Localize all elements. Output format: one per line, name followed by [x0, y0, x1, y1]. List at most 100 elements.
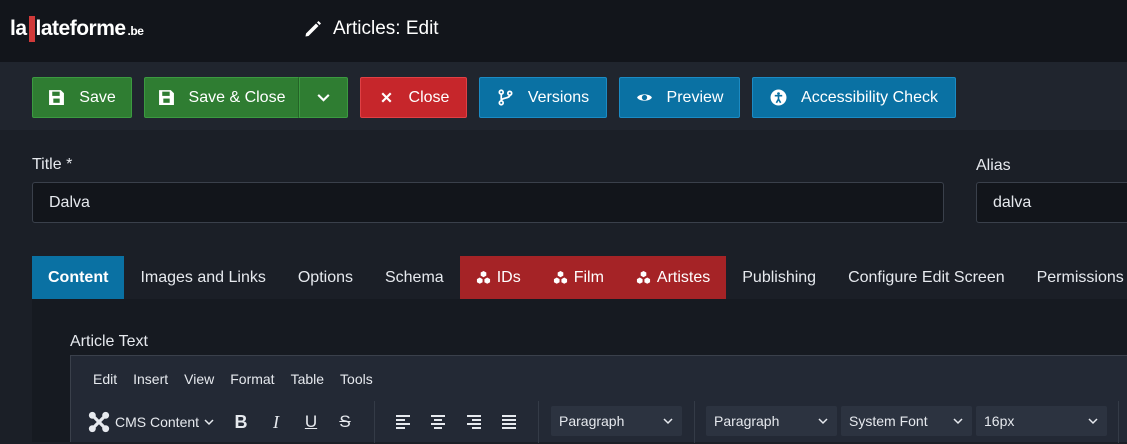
font-family-select[interactable]: System Font	[841, 406, 972, 436]
tab-label: Publishing	[742, 268, 817, 286]
save-close-button[interactable]: Save & Close	[144, 77, 299, 118]
cms-content-dropdown[interactable]: CMS Content	[87, 408, 215, 436]
toolbar-separator	[694, 401, 695, 443]
align-right-icon	[467, 415, 481, 429]
italic-icon: I	[273, 411, 279, 432]
app-header: la lateforme .be Articles: Edit	[0, 0, 1127, 62]
font-size-value: 16px	[984, 413, 1015, 429]
pencil-icon	[305, 21, 321, 37]
alias-label: Alias	[976, 157, 1011, 174]
tab-artistes[interactable]: Artistes	[619, 256, 727, 299]
chevron-down-icon	[663, 418, 673, 425]
joomla-icon	[88, 411, 110, 433]
font-family-value: System Font	[849, 413, 928, 429]
tab-label: Schema	[384, 268, 444, 286]
align-left-icon	[396, 415, 410, 429]
eye-icon	[636, 94, 652, 101]
menu-table[interactable]: Table	[291, 371, 324, 387]
tab-label: Configure Edit Screen	[848, 268, 1005, 286]
logo-text-part1: la	[10, 17, 27, 40]
logo-text-part2: lateforme	[35, 17, 127, 40]
tab-label: IDs	[496, 268, 521, 286]
tab-label: Images and Links	[140, 268, 266, 286]
logo-bar	[28, 16, 35, 42]
underline-button[interactable]: U	[301, 408, 321, 436]
cubes-icon	[553, 270, 567, 284]
tab-images-and-links[interactable]: Images and Links	[124, 256, 281, 299]
font-size-select[interactable]: 16px	[976, 406, 1107, 436]
editor-toolbar: CMS Content B I U S Paragraph Paragraph	[71, 401, 1127, 444]
versions-button-label: Versions	[527, 88, 590, 106]
chevron-down-icon	[317, 94, 330, 102]
align-center-icon	[431, 415, 445, 429]
cms-content-label: CMS Content	[115, 414, 200, 430]
tab-configure-edit-screen[interactable]: Configure Edit Screen	[832, 256, 1021, 299]
save-options-dropdown-button[interactable]	[299, 77, 348, 118]
tab-publishing[interactable]: Publishing	[726, 256, 832, 299]
bold-icon: B	[234, 411, 248, 432]
title-label: Title *	[32, 156, 73, 173]
editor-menubar: Edit Insert View Format Table Tools	[93, 371, 373, 387]
save-close-split-button: Save & Close	[144, 77, 348, 118]
menu-format[interactable]: Format	[230, 371, 274, 387]
paragraph-format-value: Paragraph	[714, 413, 780, 429]
chevron-down-icon	[953, 418, 963, 425]
align-right-button[interactable]	[464, 408, 484, 436]
preview-button[interactable]: Preview	[619, 77, 740, 118]
menu-insert[interactable]: Insert	[133, 371, 168, 387]
accessibility-icon	[770, 89, 787, 106]
align-center-button[interactable]	[428, 408, 448, 436]
preview-button-label: Preview	[666, 88, 724, 106]
chevron-down-icon	[1088, 418, 1098, 425]
tab-label: Film	[573, 268, 604, 286]
floppy-disk-icon	[158, 90, 174, 105]
menu-edit[interactable]: Edit	[93, 371, 117, 387]
accessibility-check-button-label: Accessibility Check	[801, 88, 938, 106]
menu-view[interactable]: View	[184, 371, 214, 387]
toolbar-separator	[374, 401, 375, 443]
tab-label: Content	[48, 268, 109, 286]
chevron-down-icon	[818, 418, 828, 425]
site-logo[interactable]: la lateforme .be	[10, 14, 144, 44]
block-format-select[interactable]: Paragraph	[551, 406, 682, 436]
tab-film[interactable]: Film	[536, 256, 620, 299]
strikethrough-icon: S	[339, 412, 351, 431]
floppy-disk-icon	[49, 90, 65, 105]
tab-label: Permissions	[1036, 268, 1124, 286]
bold-button[interactable]: B	[231, 408, 251, 436]
close-button[interactable]: Close	[360, 77, 467, 118]
tab-permissions[interactable]: Permissions	[1021, 256, 1127, 299]
rich-text-editor: Edit Insert View Format Table Tools CMS …	[70, 355, 1127, 444]
cubes-icon	[636, 270, 650, 284]
tab-options[interactable]: Options	[282, 256, 369, 299]
save-button[interactable]: Save	[32, 77, 132, 118]
edit-tabs: Content Images and Links Options Schema …	[32, 256, 1127, 299]
toolbar-separator	[538, 401, 539, 443]
cubes-icon	[476, 270, 490, 284]
tab-content[interactable]: Content	[32, 256, 125, 299]
align-justify-button[interactable]	[499, 408, 519, 436]
page-title-container: Articles: Edit	[303, 18, 439, 40]
code-branch-icon	[498, 89, 513, 106]
save-close-button-label: Save & Close	[188, 88, 286, 106]
toolbar-separator	[1118, 401, 1119, 443]
menu-tools[interactable]: Tools	[340, 371, 373, 387]
align-justify-icon	[502, 415, 516, 429]
chevron-down-icon	[204, 419, 214, 426]
tab-schema[interactable]: Schema	[369, 256, 460, 299]
page-title: Articles: Edit	[333, 18, 439, 39]
alias-input[interactable]: dalva	[976, 182, 1127, 223]
strikethrough-button[interactable]: S	[335, 408, 355, 436]
block-format-value: Paragraph	[559, 413, 625, 429]
title-input[interactable]: Dalva	[32, 182, 944, 223]
article-text-label: Article Text	[70, 333, 148, 350]
align-left-button[interactable]	[393, 408, 413, 436]
tab-label: Artistes	[656, 268, 711, 286]
save-button-label: Save	[79, 88, 116, 106]
versions-button[interactable]: Versions	[479, 77, 607, 118]
accessibility-check-button[interactable]: Accessibility Check	[752, 77, 956, 118]
tab-ids[interactable]: IDs	[459, 256, 537, 299]
logo-tld: .be	[127, 24, 144, 38]
italic-button[interactable]: I	[266, 408, 286, 436]
paragraph-format-select[interactable]: Paragraph	[706, 406, 837, 436]
